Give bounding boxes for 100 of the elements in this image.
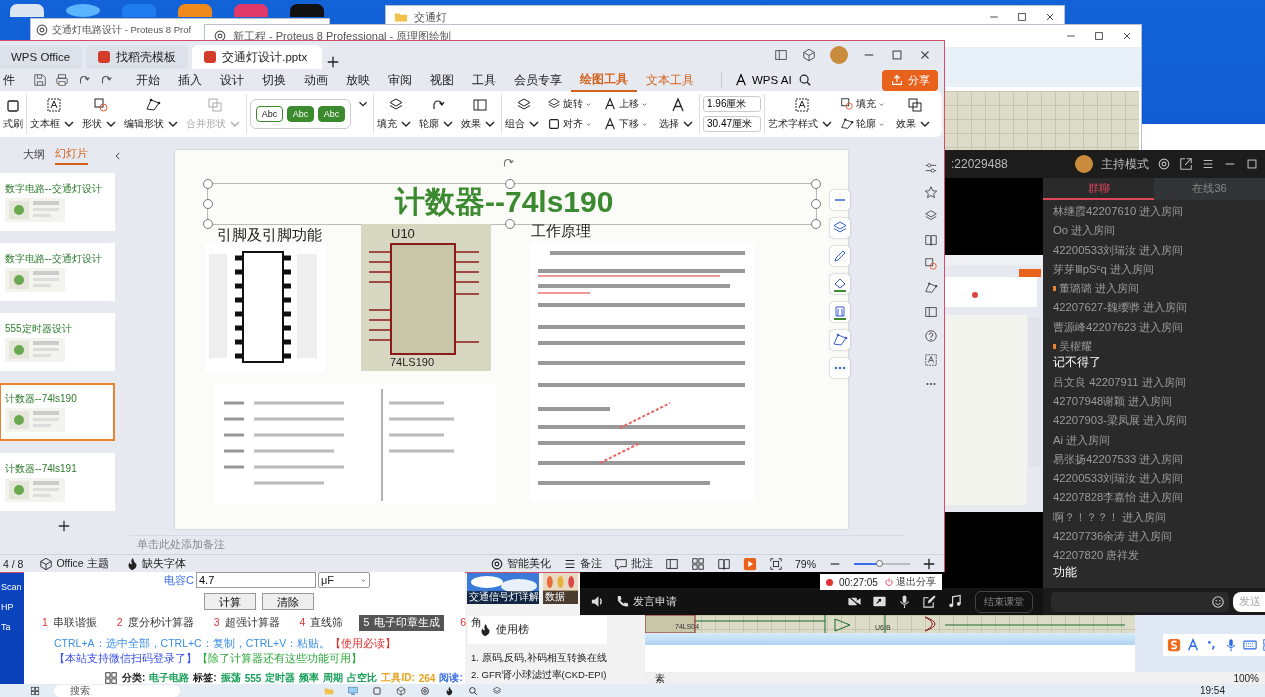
minus-icon[interactable] <box>830 190 850 210</box>
slide-thumbnail[interactable]: 数字电路--交通灯设计 <box>0 173 115 231</box>
edit-icon[interactable] <box>922 594 937 609</box>
chat-input[interactable] <box>1051 591 1229 612</box>
document-tab[interactable]: WPS Office <box>0 45 83 69</box>
tool-link[interactable]: 1 串联谐振 <box>38 615 101 631</box>
ribbon-button[interactable]: 轮廓 <box>419 96 456 132</box>
cube-icon[interactable] <box>802 48 816 62</box>
rotate-handle-icon[interactable] <box>501 156 515 170</box>
layers-icon[interactable] <box>830 218 850 238</box>
sidebar-tool-icon[interactable] <box>924 233 938 247</box>
tool-link[interactable]: 4 直线筛 <box>295 615 348 631</box>
ranking-link[interactable]: 2. GFR肾小球滤过率(CKD-EPI) <box>471 669 607 682</box>
panel-icon[interactable] <box>774 48 788 62</box>
more-icon[interactable] <box>830 358 850 378</box>
ribbon-button[interactable]: 下移 <box>603 117 648 131</box>
ribbon-button[interactable]: 文本框 <box>30 96 77 132</box>
ribbon-button[interactable]: 填充 <box>840 97 885 111</box>
end-class-button[interactable]: 结束课堂 <box>975 590 1033 613</box>
resize-handle[interactable] <box>505 179 515 189</box>
close-icon[interactable] <box>1121 30 1133 42</box>
tag-link[interactable]: 周期 <box>323 671 344 685</box>
redo-icon[interactable] <box>99 73 113 87</box>
desktop-app-icon[interactable] <box>66 4 100 17</box>
shape-style-swatch[interactable]: Abc <box>256 106 283 122</box>
zoom-slider[interactable] <box>854 562 910 565</box>
ribbon-tab[interactable]: 工具 <box>463 69 505 91</box>
normal-view-icon[interactable] <box>665 556 679 571</box>
scroll-bar[interactable] <box>645 633 1135 645</box>
shape-style-swatch[interactable]: Abc <box>318 106 345 122</box>
desktop-icon-label[interactable]: Scan <box>0 582 22 592</box>
sidebar-tool-icon[interactable] <box>924 161 938 175</box>
popout-icon[interactable] <box>1179 157 1193 171</box>
reading-view-icon[interactable] <box>717 556 731 571</box>
ribbon-button[interactable]: 形状 <box>82 96 119 132</box>
document-tab[interactable]: 找稻壳模板 <box>86 45 189 69</box>
desktop-icon-label[interactable]: HP <box>0 602 14 612</box>
ribbon-tab[interactable]: 设计 <box>211 69 253 91</box>
camera-off-icon[interactable] <box>847 594 862 609</box>
ime-logo-icon[interactable] <box>1167 638 1181 652</box>
ribbon-button[interactable]: 填充 <box>377 96 414 132</box>
stop-share-button[interactable]: 退出分享 <box>883 575 936 589</box>
ribbon-button[interactable]: 选择 <box>659 96 696 132</box>
size-field[interactable]: 1.96厘米 <box>703 96 761 112</box>
search-icon[interactable] <box>797 73 812 87</box>
fill-icon[interactable] <box>830 274 850 294</box>
ribbon-tab[interactable]: 会员专享 <box>505 69 571 91</box>
music-icon[interactable] <box>947 594 962 609</box>
maximize-icon[interactable] <box>1093 30 1105 42</box>
letter-a-icon[interactable] <box>1186 638 1200 652</box>
ranking-link[interactable]: 1. 原码,反码,补码相互转换在线 <box>471 652 607 665</box>
unit-dropdown[interactable]: μF <box>317 572 370 588</box>
action-button[interactable]: 计算 <box>204 593 256 610</box>
maximize-icon[interactable] <box>1016 11 1028 23</box>
ribbon-button[interactable]: 对齐 <box>547 117 592 131</box>
taskbar-app-icon[interactable] <box>468 685 478 696</box>
sidebar-tool-icon[interactable] <box>924 281 938 295</box>
taskbar-search[interactable]: 搜索 <box>54 684 180 697</box>
article-tile[interactable]: 数据 <box>543 572 578 604</box>
sidebar-tool-icon[interactable] <box>924 209 938 223</box>
ribbon-button[interactable]: 旋转 <box>547 97 592 111</box>
desktop-icon-label[interactable]: Ta <box>0 622 11 632</box>
printer-icon[interactable] <box>55 73 69 87</box>
emoji-icon[interactable] <box>1211 594 1225 609</box>
notes-button[interactable]: 备注 <box>563 556 602 571</box>
capacitance-field[interactable]: 4.7 <box>195 572 316 588</box>
desktop-app-icon[interactable] <box>10 4 44 17</box>
tools-icon[interactable] <box>830 330 850 350</box>
sidebar-tool-icon[interactable] <box>924 329 938 343</box>
slide-thumbnail[interactable]: 555定时器设计 <box>0 313 115 371</box>
ribbon-tab[interactable]: 切换 <box>253 69 295 91</box>
microphone-icon[interactable] <box>897 594 912 609</box>
host-mode-label[interactable]: 主持模式 <box>1101 155 1149 173</box>
zoom-in-icon[interactable] <box>922 556 936 571</box>
add-slide-icon[interactable] <box>57 519 71 533</box>
resize-handle[interactable] <box>505 219 515 229</box>
ribbon-button[interactable]: 效果 <box>896 96 933 132</box>
close-icon[interactable] <box>1044 11 1056 23</box>
font-warning[interactable]: 缺失字体 <box>124 556 186 571</box>
zoom-level[interactable]: 79% <box>795 557 816 570</box>
chat-tab[interactable]: 在线36 <box>1154 178 1265 200</box>
fit-icon[interactable] <box>769 556 783 571</box>
ribbon-button[interactable]: 式刷 <box>3 97 23 131</box>
slide-thumbnail[interactable]: 计数器--74ls190 <box>0 383 115 441</box>
ribbon-tab[interactable]: 放映 <box>337 69 379 91</box>
theme-button[interactable]: Office 主题 <box>39 556 109 571</box>
tag-link[interactable]: 振荡 <box>220 671 241 685</box>
tag-link[interactable]: 频率 <box>299 671 320 685</box>
panel-tab[interactable]: 大纲 <box>23 148 45 164</box>
tool-link[interactable]: 5 电子印章生成 <box>359 615 445 631</box>
tag-link[interactable]: 定时器 <box>265 671 296 685</box>
maximize-icon[interactable] <box>1245 157 1259 171</box>
menu-icon[interactable] <box>1201 157 1215 171</box>
pen-icon[interactable] <box>830 246 850 266</box>
ribbon-tab[interactable]: 视图 <box>421 69 463 91</box>
ribbon-tab[interactable]: 插入 <box>169 69 211 91</box>
slide-thumbnail[interactable]: 数字电路--交通灯设计 <box>0 243 115 301</box>
sidebar-tool-icon[interactable] <box>924 305 938 319</box>
play-icon[interactable] <box>743 556 757 571</box>
speak-request-button[interactable]: 发言申请 <box>615 594 677 609</box>
